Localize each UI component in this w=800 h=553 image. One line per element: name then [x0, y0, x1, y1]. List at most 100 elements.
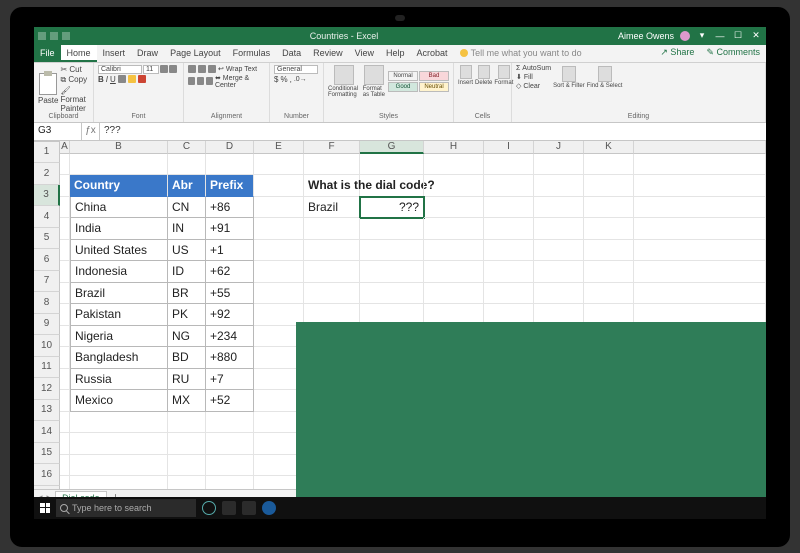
cell-rest-5[interactable] [634, 240, 766, 262]
cell-J1[interactable] [534, 154, 584, 176]
number-format-select[interactable]: General [274, 65, 318, 74]
cell-D8[interactable]: +92 [206, 304, 254, 326]
cell-D12[interactable]: +52 [206, 390, 254, 412]
cell-K3[interactable] [584, 197, 634, 219]
cell-E4[interactable] [254, 218, 304, 240]
format-as-table-button[interactable]: Format as Table [363, 65, 386, 98]
share-button[interactable]: ↗ Share [654, 45, 700, 62]
cell-B6[interactable]: Indonesia [70, 261, 168, 283]
cell-D3[interactable]: +86 [206, 197, 254, 219]
row-header-11[interactable]: 11 [34, 357, 60, 379]
cell-C14[interactable] [168, 433, 206, 455]
tab-data[interactable]: Data [276, 45, 307, 62]
cell-A14[interactable] [60, 433, 70, 455]
cell-D14[interactable] [206, 433, 254, 455]
cell-B4[interactable]: India [70, 218, 168, 240]
style-good[interactable]: Good [388, 82, 418, 92]
cell-B5[interactable]: United States [70, 240, 168, 262]
decrease-font-icon[interactable] [169, 65, 177, 73]
column-header-K[interactable]: K [584, 141, 634, 154]
align-middle-icon[interactable] [198, 65, 206, 73]
cell-A4[interactable] [60, 218, 70, 240]
formula-input[interactable]: ??? [100, 123, 766, 140]
cell-G7[interactable] [360, 283, 424, 305]
cell-C1[interactable] [168, 154, 206, 176]
cell-rest-1[interactable] [634, 154, 766, 176]
font-color-icon[interactable] [138, 75, 146, 83]
cell-I1[interactable] [484, 154, 534, 176]
cell-C7[interactable]: BR [168, 283, 206, 305]
cell-K6[interactable] [584, 261, 634, 283]
find-select-button[interactable]: Find & Select [587, 66, 623, 89]
maximize-button[interactable]: ☐ [732, 30, 744, 41]
ribbon-options-icon[interactable]: ▾ [696, 30, 708, 41]
cell-G2[interactable] [360, 175, 424, 197]
cell-I7[interactable] [484, 283, 534, 305]
fx-icon[interactable]: ƒx [82, 123, 100, 140]
cell-B12[interactable]: Mexico [70, 390, 168, 412]
cell-F4[interactable] [304, 218, 360, 240]
cell-rest-2[interactable] [634, 175, 766, 197]
style-bad[interactable]: Bad [419, 71, 449, 81]
row-header-2[interactable]: 2 [34, 163, 60, 185]
cell-D15[interactable] [206, 455, 254, 477]
cell-H7[interactable] [424, 283, 484, 305]
cell-rest-6[interactable] [634, 261, 766, 283]
cell-A13[interactable] [60, 412, 70, 434]
tab-formulas[interactable]: Formulas [227, 45, 277, 62]
task-view-icon[interactable] [222, 501, 236, 515]
start-button[interactable] [34, 497, 56, 519]
cell-A11[interactable] [60, 369, 70, 391]
cell-F5[interactable] [304, 240, 360, 262]
column-header-F[interactable]: F [304, 141, 360, 154]
align-bottom-icon[interactable] [208, 65, 216, 73]
cell-C10[interactable]: BD [168, 347, 206, 369]
sort-filter-button[interactable]: Sort & Filter [553, 66, 585, 89]
row-header-4[interactable]: 4 [34, 206, 60, 228]
avatar[interactable] [680, 31, 690, 41]
cell-B10[interactable]: Bangladesh [70, 347, 168, 369]
cell-H3[interactable] [424, 197, 484, 219]
cell-C16[interactable] [168, 476, 206, 489]
increase-decimal-icon[interactable]: .0→ [294, 76, 307, 83]
cell-B13[interactable] [70, 412, 168, 434]
wrap-text-button[interactable]: ↩ Wrap Text [218, 65, 257, 73]
tab-page-layout[interactable]: Page Layout [164, 45, 227, 62]
quick-access-toolbar[interactable] [38, 32, 70, 40]
cell-J6[interactable] [534, 261, 584, 283]
conditional-formatting-button[interactable]: Conditional Formatting [328, 65, 361, 98]
cell-H5[interactable] [424, 240, 484, 262]
cell-K5[interactable] [584, 240, 634, 262]
cell-D4[interactable]: +91 [206, 218, 254, 240]
cell-B11[interactable]: Russia [70, 369, 168, 391]
cell-J3[interactable] [534, 197, 584, 219]
cell-B16[interactable] [70, 476, 168, 489]
cell-A12[interactable] [60, 390, 70, 412]
italic-button[interactable]: I [106, 75, 108, 84]
cell-E6[interactable] [254, 261, 304, 283]
cell-D10[interactable]: +880 [206, 347, 254, 369]
tab-help[interactable]: Help [380, 45, 411, 62]
cell-H4[interactable] [424, 218, 484, 240]
cell-A3[interactable] [60, 197, 70, 219]
cell-I5[interactable] [484, 240, 534, 262]
tab-home[interactable]: Home [61, 45, 97, 62]
row-header-12[interactable]: 12 [34, 378, 60, 400]
cell-D16[interactable] [206, 476, 254, 489]
cell-K2[interactable] [584, 175, 634, 197]
cell-A1[interactable] [60, 154, 70, 176]
row-header-16[interactable]: 16 [34, 464, 60, 486]
cortana-icon[interactable] [202, 501, 216, 515]
cell-I2[interactable] [484, 175, 534, 197]
cell-B8[interactable]: Pakistan [70, 304, 168, 326]
currency-icon[interactable]: $ [274, 75, 278, 84]
cell-G1[interactable] [360, 154, 424, 176]
cell-B2[interactable]: Country [70, 175, 168, 197]
cell-H2[interactable] [424, 175, 484, 197]
cell-I3[interactable] [484, 197, 534, 219]
row-header-7[interactable]: 7 [34, 271, 60, 293]
store-icon[interactable] [242, 501, 256, 515]
cell-F3[interactable]: Brazil [304, 197, 360, 219]
align-top-icon[interactable] [188, 65, 196, 73]
save-icon[interactable] [38, 32, 46, 40]
